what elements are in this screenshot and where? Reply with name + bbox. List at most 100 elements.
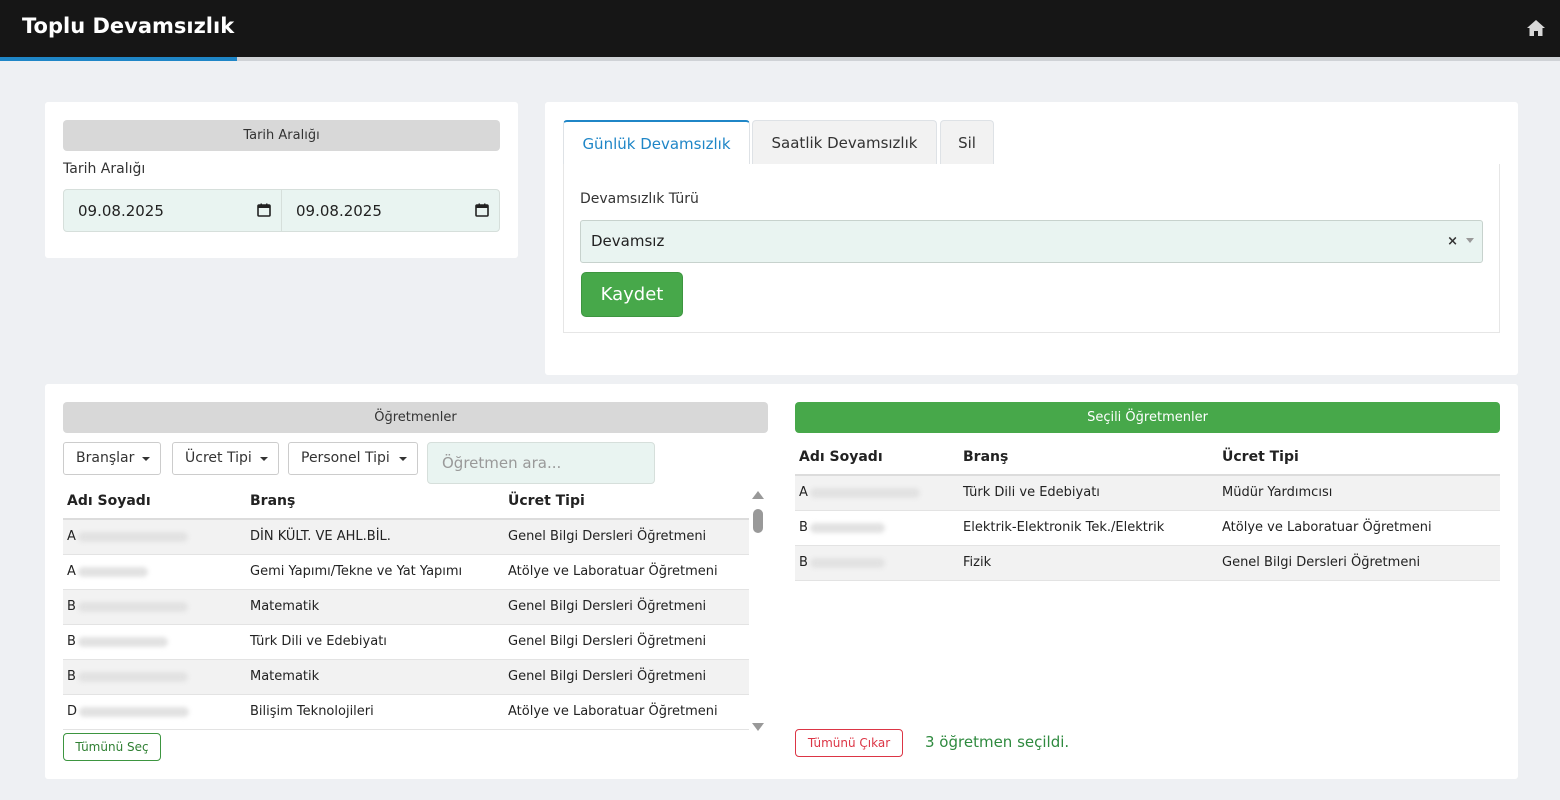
teacher-initial: B [67,599,76,614]
teacher-initial: B [67,669,76,684]
table-row[interactable]: B Fizik Genel Bilgi Dersleri Öğretmeni [795,545,1500,581]
teacher-fee-cell: Genel Bilgi Dersleri Öğretmeni [504,659,749,695]
save-button[interactable]: Kaydet [581,272,683,317]
scroll-thumb[interactable] [753,509,763,533]
teacher-name-cell: A [63,519,246,555]
page-title: Toplu Devamsızlık [22,14,235,38]
redacted-name [77,566,148,577]
table-row[interactable]: A Gemi Yapımı/Tekne ve Yat Yapımı Atölye… [63,554,749,590]
scroll-up-icon[interactable] [752,491,764,499]
calendar-icon[interactable] [475,203,489,217]
chevron-down-icon [1466,238,1474,243]
column-branch: Branş [959,440,1218,476]
date-range-inputs: 09.08.2025 09.08.2025 [63,189,500,232]
teacher-initial: A [799,485,808,501]
selected-name-cell: B [795,510,959,546]
selected-teachers-header: Seçili Öğretmenler [795,402,1500,433]
selection-count-text: 3 öğretmen seçildi. [925,733,1070,751]
teacher-name-cell: A [63,554,246,590]
teacher-branch-cell: DİN KÜLT. VE AHL.BİL. [246,519,504,555]
redacted-name [77,601,188,612]
table-row[interactable]: B Matematik Genel Bilgi Dersleri Öğretme… [63,659,749,695]
fee-type-dropdown-label: Ücret Tipi [185,450,252,466]
teachers-header: Öğretmenler [63,402,768,433]
teacher-fee-cell: Genel Bilgi Dersleri Öğretmeni [504,624,749,660]
attendance-type-select[interactable]: Devamsız × [580,220,1483,263]
teacher-initial: A [67,529,76,545]
start-date-input[interactable]: 09.08.2025 [64,190,281,231]
staff-type-dropdown[interactable]: Personel Tipi [288,442,418,475]
table-header-row: Adı Soyadı Branş Ücret Tipi [63,484,749,520]
table-row[interactable]: A DİN KÜLT. VE AHL.BİL. Genel Bilgi Ders… [63,519,749,555]
daily-attendance-pane: Devamsızlık Türü Devamsız × Kaydet [563,164,1500,333]
column-name: Adı Soyadı [63,484,246,520]
tab-hourly-attendance[interactable]: Saatlik Devamsızlık [752,120,937,165]
selected-teachers-table: Adı Soyadı Branş Ücret Tipi A Türk Dili … [795,440,1500,581]
branches-dropdown[interactable]: Branşlar [63,442,161,475]
home-icon[interactable] [1526,18,1546,38]
selected-fee-cell: Müdür Yardımcısı [1218,475,1500,511]
progress-bar [0,57,1560,61]
selected-fee-cell: Genel Bilgi Dersleri Öğretmeni [1218,545,1500,581]
start-date-value: 09.08.2025 [78,202,164,220]
clear-icon[interactable]: × [1447,221,1458,262]
caret-down-icon [142,457,150,461]
teacher-name-cell: B [63,624,246,660]
teacher-initial: B [67,634,76,649]
redacted-name [77,636,168,647]
teacher-branch-cell: Bilişim Teknolojileri [246,694,504,730]
attendance-type-label: Devamsızlık Türü [580,191,699,207]
table-row[interactable]: D Bilişim Teknolojileri Atölye ve Labora… [63,694,749,730]
teacher-search-placeholder: Öğretmen ara... [442,454,562,472]
redacted-name [809,557,885,568]
selected-name-cell: B [795,545,959,581]
teacher-initial: A [67,564,76,579]
caret-down-icon [399,457,407,461]
table-row[interactable]: B Elektrik-Elektronik Tek./Elektrik Atöl… [795,510,1500,546]
fee-type-dropdown[interactable]: Ücret Tipi [172,442,279,475]
teacher-branch-cell: Matematik [246,589,504,625]
teacher-search-input[interactable]: Öğretmen ara... [427,442,655,484]
end-date-input[interactable]: 09.08.2025 [281,190,499,231]
end-date-value: 09.08.2025 [296,202,382,220]
teacher-fee-cell: Genel Bilgi Dersleri Öğretmeni [504,519,749,555]
tab-delete[interactable]: Sil [940,120,994,165]
branches-dropdown-label: Branşlar [76,450,135,466]
selected-fee-cell: Atölye ve Laboratuar Öğretmeni [1218,510,1500,546]
table-row[interactable]: B Türk Dili ve Edebiyatı Genel Bilgi Der… [63,624,749,660]
tab-daily-attendance[interactable]: Günlük Devamsızlık [563,120,750,165]
redacted-name [77,671,188,682]
attendance-card: Günlük Devamsızlık Saatlik Devamsızlık S… [545,102,1518,375]
selected-branch-cell: Elektrik-Elektronik Tek./Elektrik [959,510,1218,546]
calendar-icon[interactable] [257,203,271,217]
teacher-branch-cell: Gemi Yapımı/Tekne ve Yat Yapımı [246,554,504,590]
date-range-card: Tarih Aralığı Tarih Aralığı 09.08.2025 0… [45,102,518,258]
teacher-name-cell: B [63,589,246,625]
teacher-branch-cell: Matematik [246,659,504,695]
selected-branch-cell: Fizik [959,545,1218,581]
teachers-scrollbar[interactable] [749,491,767,731]
staff-type-dropdown-label: Personel Tipi [301,450,390,466]
teachers-table: Adı Soyadı Branş Ücret Tipi A DİN KÜLT. … [63,484,749,730]
column-fee-type: Ücret Tipi [1218,440,1500,476]
table-header-row: Adı Soyadı Branş Ücret Tipi [795,440,1500,476]
column-branch: Branş [246,484,504,520]
teacher-initial: D [67,704,78,719]
column-fee-type: Ücret Tipi [504,484,749,520]
select-all-button[interactable]: Tümünü Seç [63,733,161,761]
redacted-name [79,706,190,717]
teacher-fee-cell: Genel Bilgi Dersleri Öğretmeni [504,589,749,625]
selected-branch-cell: Türk Dili ve Edebiyatı [959,475,1218,511]
remove-all-button[interactable]: Tümünü Çıkar [795,729,903,757]
teacher-initial: B [799,520,808,535]
table-row[interactable]: A Türk Dili ve Edebiyatı Müdür Yardımcıs… [795,475,1500,511]
column-name: Adı Soyadı [795,440,959,476]
date-range-label: Tarih Aralığı [63,161,146,177]
teacher-initial: B [799,555,808,570]
caret-down-icon [260,457,268,461]
redacted-name [809,522,885,533]
teacher-fee-cell: Atölye ve Laboratuar Öğretmeni [504,554,749,590]
teacher-name-cell: D [63,694,246,730]
table-row[interactable]: B Matematik Genel Bilgi Dersleri Öğretme… [63,589,749,625]
scroll-down-icon[interactable] [752,723,764,731]
